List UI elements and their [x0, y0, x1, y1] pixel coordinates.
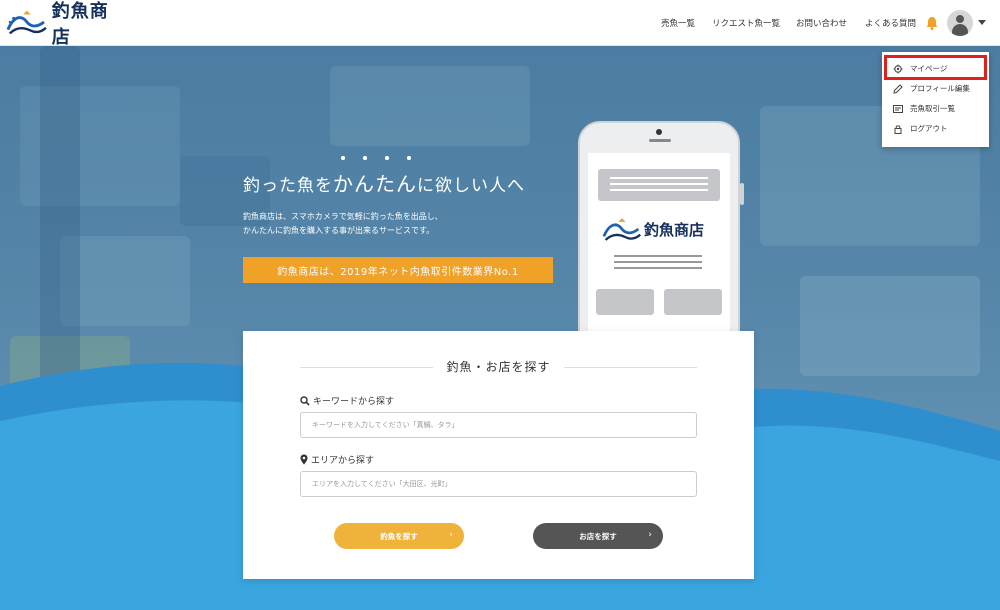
search-card-title: 釣魚・お店を探す	[446, 360, 551, 374]
nav-item-request-list[interactable]: リクエスト魚一覧	[712, 0, 780, 46]
nav-label: よくある質問	[865, 19, 917, 29]
lock-icon	[893, 124, 903, 134]
menu-item-label: ログアウト	[910, 124, 948, 133]
emphasis-dots	[341, 156, 421, 162]
nav-label: お問い合わせ	[796, 19, 848, 29]
search-shop-button[interactable]: お店を探す ›	[533, 523, 663, 549]
search-fish-label: 釣魚を探す	[380, 531, 418, 541]
map-pin-icon	[300, 454, 308, 465]
search-shop-label: お店を探す	[579, 531, 617, 541]
nav-label: 売魚一覧	[661, 19, 696, 29]
area-placeholder: エリアを入力してください「大田区、光町」	[312, 480, 452, 488]
list-icon	[893, 104, 903, 114]
hero-description: 釣魚商店は、スマホカメラで気軽に釣った魚を出品し、 かんたんに釣魚を購入する事が…	[243, 210, 443, 238]
search-fish-button[interactable]: 釣魚を探す ›	[334, 523, 464, 549]
nav-label: リクエスト魚一覧	[712, 19, 781, 29]
headline-part: に欲しい人へ	[417, 176, 525, 196]
phone-logo-text: 釣魚商店	[644, 221, 705, 239]
desc-line: かんたんに釣魚を購入する事が出来るサービスです。	[243, 226, 435, 235]
keyword-label: キーワードから探す	[300, 394, 394, 407]
nav-item-faq[interactable]: よくある質問	[865, 0, 916, 46]
hero-headline: 釣った魚をかんたんに欲しい人へ	[243, 168, 525, 197]
phone-mockup: 釣魚商店	[578, 121, 744, 361]
search-icon	[300, 395, 310, 406]
menu-item-label: プロフィール編集	[910, 84, 970, 93]
menu-item-label: 売魚取引一覧	[910, 104, 955, 113]
menu-item-edit-profile[interactable]: プロフィール編集	[893, 83, 970, 94]
area-label: エリアから探す	[300, 453, 374, 466]
menu-item-transactions[interactable]: 売魚取引一覧	[893, 103, 955, 114]
ranking-banner: 釣魚商店は、2019年ネット内魚取引件数業界No.1	[243, 257, 553, 283]
area-input[interactable]: エリアを入力してください「大田区、光町」	[300, 471, 697, 497]
camera-icon	[656, 129, 662, 135]
keyword-label-text: キーワードから探す	[313, 397, 395, 407]
logo-text: 釣魚商店	[51, 1, 109, 48]
pencil-icon	[893, 83, 903, 94]
site-header: 釣魚商店 売魚一覧 リクエスト魚一覧 お問い合わせ よくある質問	[0, 0, 1000, 48]
avatar[interactable]	[947, 10, 973, 36]
headline-emphasis: かんたん	[333, 172, 417, 196]
desc-line: 釣魚商店は、スマホカメラで気軽に釣った魚を出品し、	[243, 212, 443, 221]
highlight-box	[884, 55, 987, 80]
wave-logo-icon	[6, 10, 47, 35]
bell-icon[interactable]	[926, 16, 938, 30]
search-card: 釣魚・お店を探す キーワードから探す キーワードを入力してください「真鯛、タラ」…	[243, 331, 754, 579]
chevron-down-icon[interactable]	[978, 20, 986, 25]
keyword-input[interactable]: キーワードを入力してください「真鯛、タラ」	[300, 412, 697, 438]
nav-item-fish-list[interactable]: 売魚一覧	[661, 0, 695, 46]
area-label-text: エリアから探す	[311, 456, 375, 466]
menu-item-logout[interactable]: ログアウト	[893, 123, 948, 134]
nav-item-contact[interactable]: お問い合わせ	[796, 0, 847, 46]
chevron-right-icon: ›	[449, 530, 453, 540]
headline-part: 釣った魚を	[243, 176, 333, 196]
chevron-right-icon: ›	[648, 530, 652, 540]
phone-screen: 釣魚商店	[588, 153, 730, 353]
keyword-placeholder: キーワードを入力してください「真鯛、タラ」	[312, 421, 459, 429]
phone-logo-icon	[602, 218, 641, 241]
site-logo[interactable]: 釣魚商店	[6, 1, 124, 48]
